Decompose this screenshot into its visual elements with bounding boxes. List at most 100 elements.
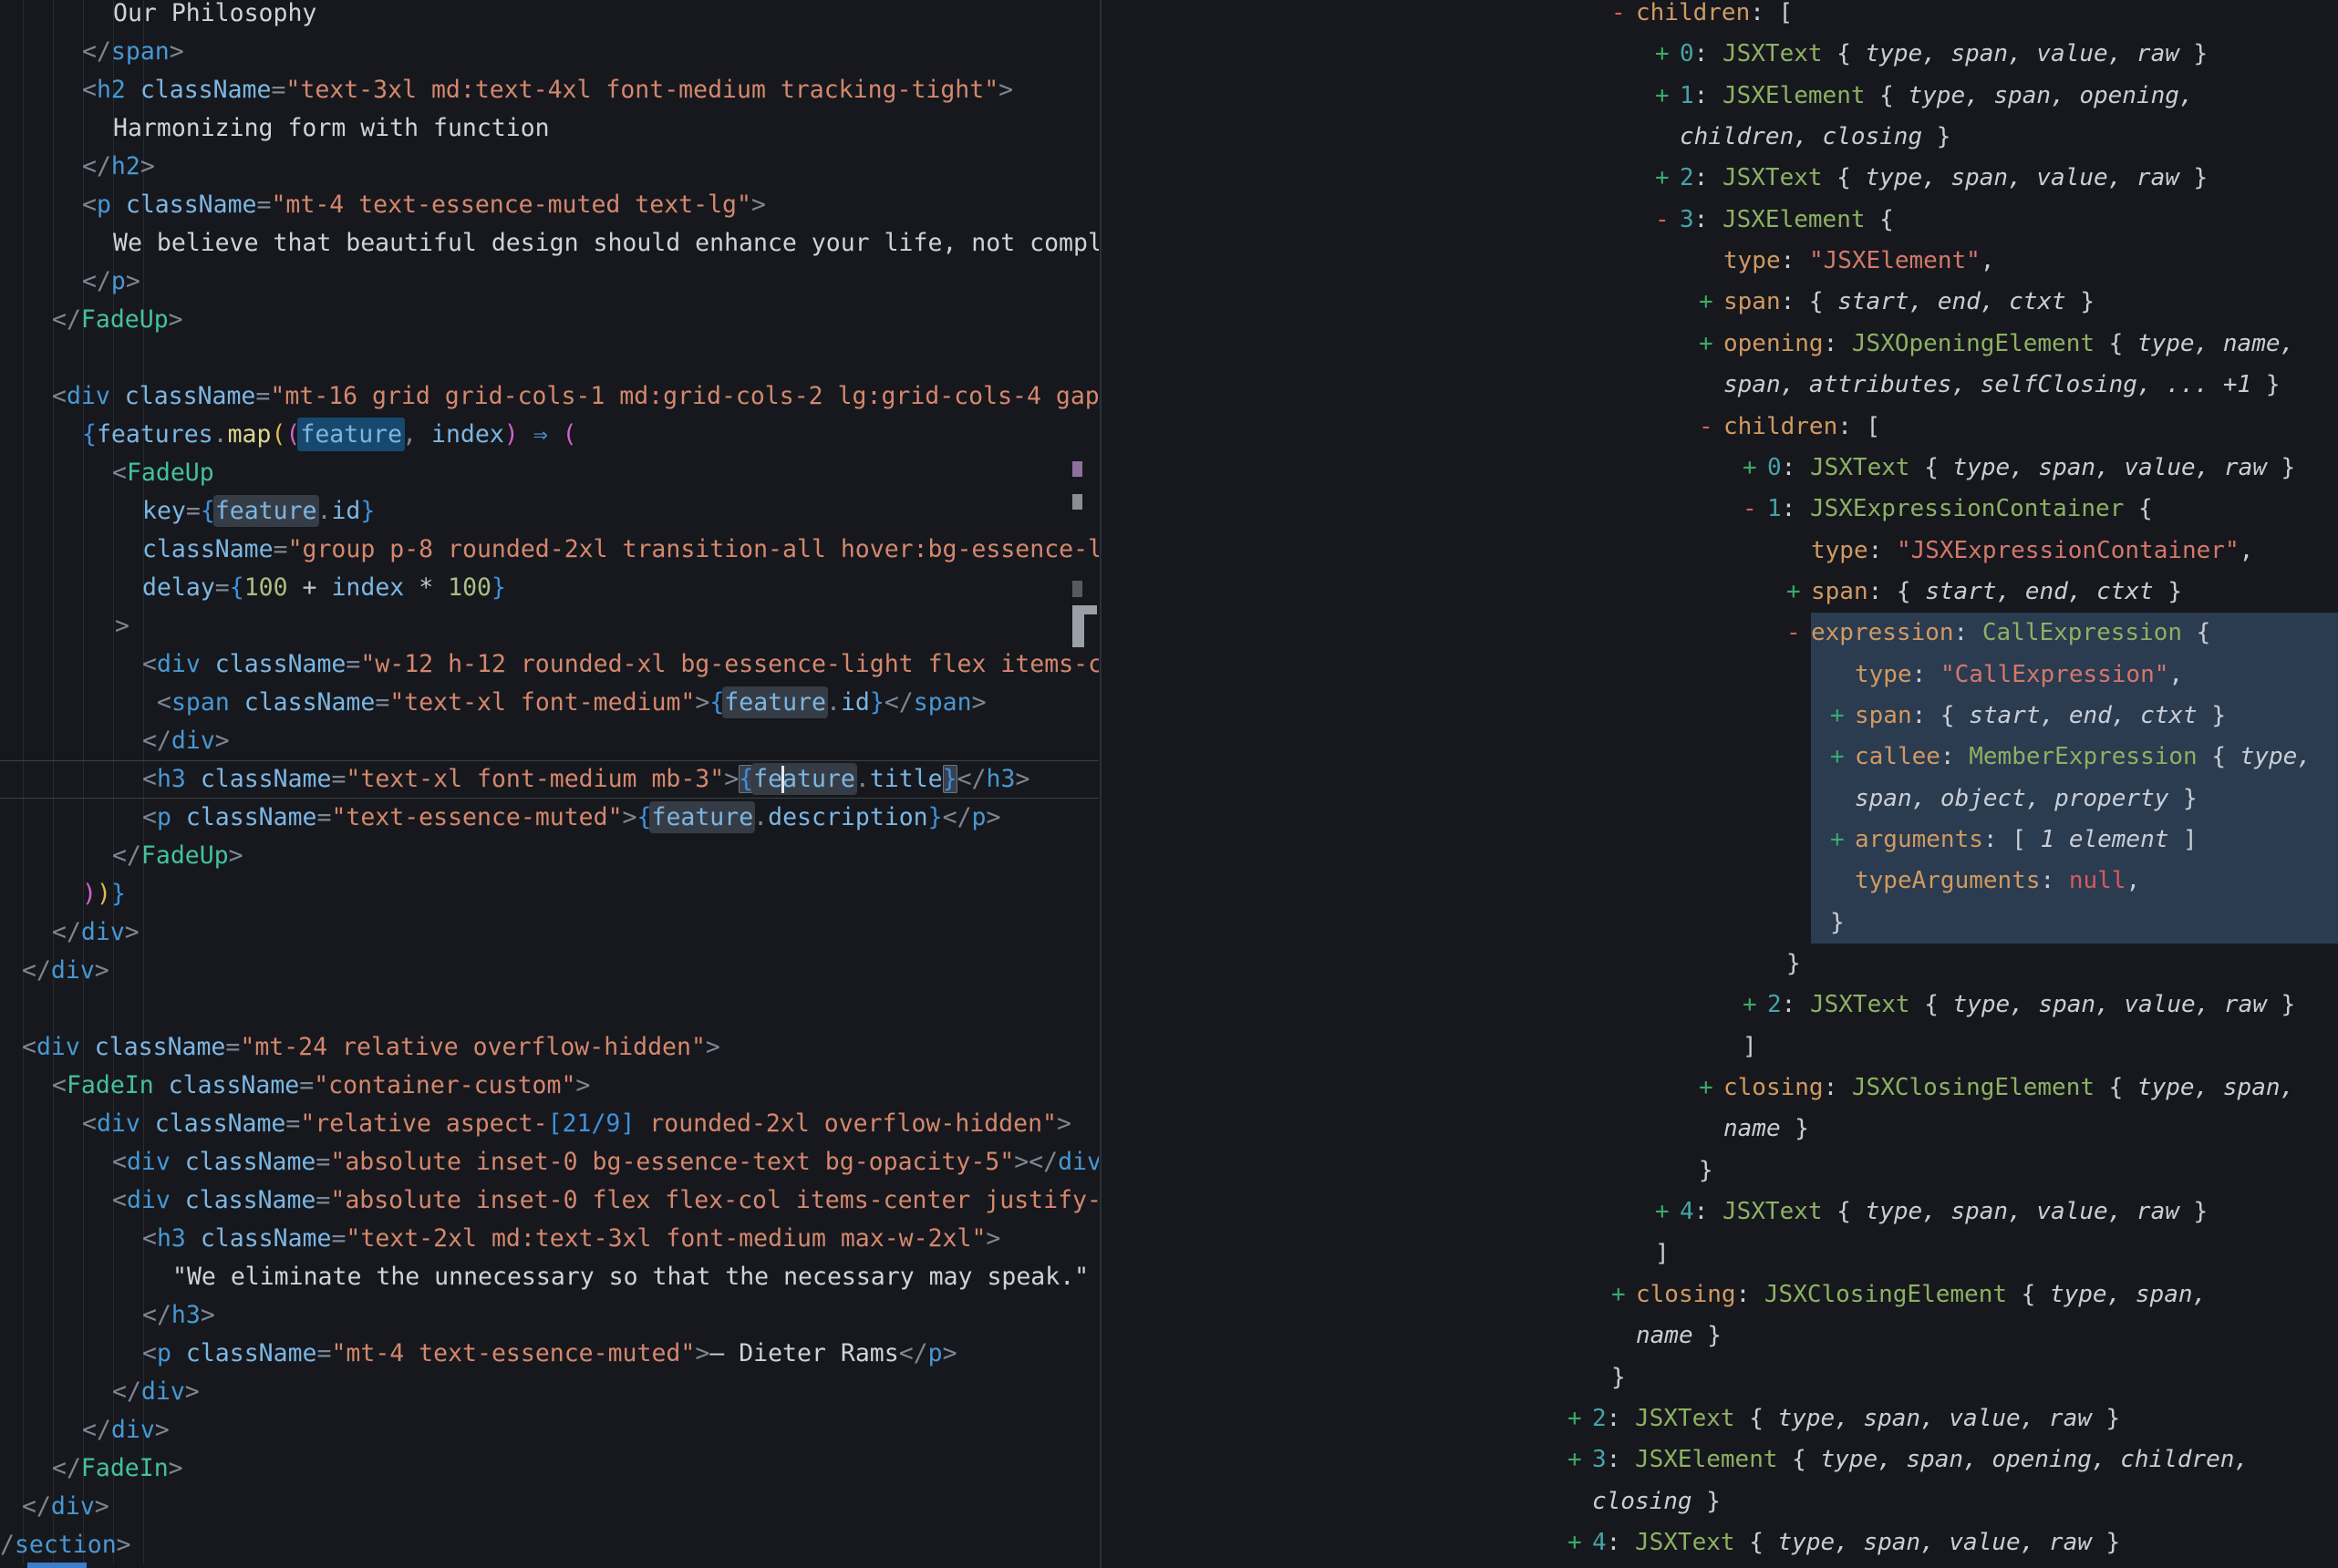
code-line[interactable]: <FadeIn className="container-custom">	[0, 1067, 1099, 1105]
code-line[interactable]: </div>	[0, 1373, 1099, 1411]
ast-line[interactable]: +2: JSXText { type, span, value, raw }	[1102, 1398, 2338, 1439]
code-line[interactable]: <div className="absolute inset-0 bg-esse…	[0, 1143, 1099, 1181]
ast-expand-toggle[interactable]: +	[1743, 448, 1767, 489]
ast-line[interactable]: children, closing }	[1102, 117, 2338, 158]
ast-line[interactable]: -children: [	[1102, 0, 2338, 34]
ast-expand-toggle[interactable]: +	[1567, 1439, 1592, 1480]
code-editor-pane[interactable]: Our Philosophy</span><h2 className="text…	[0, 0, 1100, 1568]
ast-line[interactable]: type: "JSXElement",	[1102, 241, 2338, 282]
ast-line[interactable]: -3: JSXElement {	[1102, 200, 2338, 241]
ast-line[interactable]: }	[1102, 1150, 2338, 1191]
ast-line[interactable]: +span: { start, end, ctxt }	[1102, 572, 2338, 613]
ast-expand-toggle[interactable]: +	[1830, 737, 1855, 778]
code-line[interactable]: </h2>	[0, 148, 1099, 186]
code-line[interactable]: </div>	[0, 1488, 1099, 1526]
ast-line[interactable]: +0: JSXText { type, span, value, raw }	[1102, 34, 2338, 75]
ast-line[interactable]: +span: { start, end, ctxt }	[1102, 696, 2338, 737]
ast-expand-toggle[interactable]: +	[1743, 985, 1767, 1026]
ast-line[interactable]: +closing: JSXClosingElement { type, span…	[1102, 1068, 2338, 1109]
pane-divider[interactable]	[1100, 0, 1102, 1568]
ast-expand-toggle[interactable]: +	[1611, 1274, 1636, 1315]
ast-line[interactable]: +0: JSXText { type, span, value, raw }	[1102, 448, 2338, 489]
code-line[interactable]: </div>	[0, 952, 1099, 990]
code-line[interactable]: <div className="relative aspect-[21/9] r…	[0, 1105, 1099, 1143]
ast-inspector-pane[interactable]: -children: [+0: JSXText { type, span, va…	[1102, 0, 2338, 1568]
ast-collapse-toggle[interactable]: -	[1611, 0, 1636, 34]
ast-line[interactable]: +4: JSXText { type, span, value, raw }	[1102, 1191, 2338, 1233]
ast-line[interactable]: type: "CallExpression",	[1102, 655, 2338, 696]
ast-line[interactable]: +2: JSXText { type, span, value, raw }	[1102, 158, 2338, 199]
ast-expand-toggle[interactable]: +	[1786, 572, 1811, 613]
code-line[interactable]: <div className="mt-24 relative overflow-…	[0, 1028, 1099, 1067]
ast-expand-toggle[interactable]: +	[1699, 324, 1723, 365]
ast-line[interactable]: +callee: MemberExpression { type,	[1102, 737, 2338, 778]
code-line[interactable]: </FadeUp>	[0, 837, 1099, 875]
ast-line[interactable]: type: "JSXExpressionContainer",	[1102, 531, 2338, 572]
code-line[interactable]: >	[0, 607, 1099, 645]
ast-line[interactable]: +4: JSXText { type, span, value, raw }	[1102, 1522, 2338, 1563]
code-line[interactable]	[0, 990, 1099, 1028]
code-line[interactable]: Harmonizing form with function	[0, 109, 1099, 148]
code-line[interactable]: <span className="text-xl font-medium">{f…	[0, 684, 1099, 722]
code-line[interactable]: Our Philosophy	[0, 0, 1099, 33]
code-line[interactable]: <h2 className="text-3xl md:text-4xl font…	[0, 71, 1099, 109]
ast-expand-toggle[interactable]: +	[1655, 1191, 1680, 1233]
ast-line[interactable]: +arguments: [ 1 element ]	[1102, 820, 2338, 861]
ast-line[interactable]: typeArguments: null,	[1102, 861, 2338, 902]
ast-line[interactable]: }	[1102, 903, 2338, 944]
ast-line[interactable]: }	[1102, 944, 2338, 985]
ast-line[interactable]: ]	[1102, 1026, 2338, 1068]
ast-expand-toggle[interactable]: +	[1567, 1522, 1592, 1563]
ast-expand-toggle[interactable]: +	[1567, 1398, 1592, 1439]
ast-expand-toggle[interactable]: +	[1699, 282, 1723, 323]
ast-line[interactable]: name }	[1102, 1109, 2338, 1150]
code-line[interactable]: </p>	[0, 263, 1099, 301]
ast-line[interactable]: -expression: CallExpression {	[1102, 613, 2338, 654]
ast-collapse-toggle[interactable]: -	[1743, 489, 1767, 530]
ast-line[interactable]: +span: { start, end, ctxt }	[1102, 282, 2338, 323]
code-line[interactable]: ))}	[0, 875, 1099, 913]
ast-line[interactable]: -1: JSXExpressionContainer {	[1102, 489, 2338, 530]
ast-line[interactable]: name }	[1102, 1315, 2338, 1357]
code-line[interactable]: /section>	[0, 1526, 1099, 1564]
code-line[interactable]: </h3>	[0, 1296, 1099, 1335]
code-line[interactable]	[0, 339, 1099, 377]
code-line[interactable]: "We eliminate the unnecessary so that th…	[0, 1258, 1099, 1296]
ast-collapse-toggle[interactable]: -	[1699, 407, 1723, 448]
code-line[interactable]: <h3 className="text-2xl md:text-3xl font…	[0, 1220, 1099, 1258]
ast-expand-toggle[interactable]: +	[1655, 34, 1680, 75]
code-line[interactable]: <p className="text-essence-muted">{featu…	[0, 799, 1099, 837]
ast-line[interactable]: +2: JSXText { type, span, value, raw }	[1102, 985, 2338, 1026]
code-line[interactable]: <p className="mt-4 text-essence-muted te…	[0, 186, 1099, 224]
ast-line[interactable]: }	[1102, 1357, 2338, 1398]
ast-line[interactable]: closing }	[1102, 1481, 2338, 1522]
code-line[interactable]: key={feature.id}	[0, 492, 1099, 531]
code-line[interactable]: </div>	[0, 913, 1099, 952]
code-line[interactable]: <div className="w-12 h-12 rounded-xl bg-…	[0, 645, 1099, 684]
ast-collapse-toggle[interactable]: -	[1655, 200, 1680, 241]
code-line[interactable]: We believe that beautiful design should …	[0, 224, 1099, 263]
ast-expand-toggle[interactable]: +	[1699, 1068, 1723, 1109]
code-line[interactable]: className="group p-8 rounded-2xl transit…	[0, 531, 1099, 569]
ast-expand-toggle[interactable]: +	[1830, 820, 1855, 861]
code-line[interactable]: <div className="absolute inset-0 flex fl…	[0, 1181, 1099, 1220]
code-line-current[interactable]: <h3 className="text-xl font-medium mb-3"…	[0, 760, 1099, 799]
ast-line[interactable]: span, attributes, selfClosing, ... +1 }	[1102, 365, 2338, 406]
code-line[interactable]: </div>	[0, 722, 1099, 760]
code-line[interactable]: <p className="mt-4 text-essence-muted">—…	[0, 1335, 1099, 1373]
code-line[interactable]: </span>	[0, 33, 1099, 71]
ast-line[interactable]: -children: [	[1102, 407, 2338, 448]
code-line[interactable]: <div className="mt-16 grid grid-cols-1 m…	[0, 377, 1099, 416]
ast-expand-toggle[interactable]: +	[1655, 76, 1680, 117]
ast-line[interactable]: ]	[1102, 1233, 2338, 1274]
ast-line[interactable]: span, object, property }	[1102, 779, 2338, 820]
ast-expand-toggle[interactable]: +	[1830, 696, 1855, 737]
code-line[interactable]: <FadeUp	[0, 454, 1099, 492]
code-line[interactable]: </div>	[0, 1411, 1099, 1449]
ast-expand-toggle[interactable]: +	[1655, 158, 1680, 199]
ast-line[interactable]: +1: JSXElement { type, span, opening,	[1102, 76, 2338, 117]
code-line[interactable]: </FadeUp>	[0, 301, 1099, 339]
ast-line[interactable]: +closing: JSXClosingElement { type, span…	[1102, 1274, 2338, 1315]
code-line[interactable]: delay={100 + index * 100}	[0, 569, 1099, 607]
minimap[interactable]	[1069, 0, 1100, 1568]
